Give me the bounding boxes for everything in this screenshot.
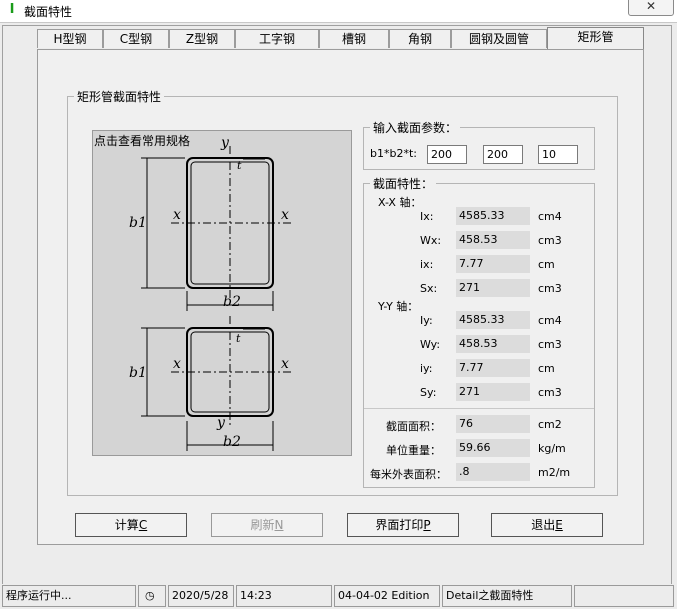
ix-unit: cm4 bbox=[538, 210, 562, 223]
ry-value: 7.77 bbox=[456, 359, 530, 377]
wy-label: Wy: bbox=[420, 338, 441, 351]
title-bar: I 截面特性 ✕ bbox=[0, 0, 677, 22]
wx-unit: cm3 bbox=[538, 234, 562, 247]
surface-value: .8 bbox=[456, 463, 530, 481]
tab-channel[interactable]: 槽钢 bbox=[319, 29, 389, 48]
status-extra bbox=[574, 585, 674, 607]
section-drawing: y t x x b1 b2 t x x b1 y b2 bbox=[129, 135, 291, 451]
fig-bottom-t-label: t bbox=[236, 332, 241, 345]
b1-input[interactable]: 200 bbox=[427, 145, 467, 164]
exit-button[interactable]: 退出E bbox=[491, 513, 603, 537]
fig-top-t-label: t bbox=[237, 159, 242, 172]
fig-bottom-b2-label: b2 bbox=[223, 434, 241, 450]
xx-axis-label: X-X 轴： bbox=[378, 196, 422, 209]
params-group-label: 输入截面参数： bbox=[370, 119, 461, 136]
print-button[interactable]: 界面打印P bbox=[347, 513, 459, 537]
calc-button-label: 计算 bbox=[114, 518, 139, 532]
wx-value: 458.53 bbox=[456, 231, 530, 249]
fig-bottom-b1-label: b1 bbox=[129, 365, 147, 381]
area-value: 76 bbox=[456, 415, 530, 433]
params-field-label: b1*b2*t: bbox=[370, 147, 417, 160]
fig-bottom-x-left: x bbox=[173, 356, 181, 372]
fig-top-y-label: y bbox=[220, 135, 230, 151]
wx-label: Wx: bbox=[420, 234, 442, 247]
calc-button[interactable]: 计算C bbox=[75, 513, 187, 537]
print-button-key: P bbox=[423, 518, 431, 532]
yy-axis-label: Y-Y 轴： bbox=[378, 300, 419, 313]
sx-value: 271 bbox=[456, 279, 530, 297]
status-edition: 04-04-02 Edition bbox=[334, 585, 440, 607]
sy-label: Sy: bbox=[420, 386, 437, 399]
ry-unit: cm bbox=[538, 362, 555, 375]
iy-label: Iy: bbox=[420, 314, 433, 327]
sx-unit: cm3 bbox=[538, 282, 562, 295]
surface-label: 每米外表面积： bbox=[370, 468, 447, 481]
props-group-label: 截面特性： bbox=[370, 175, 437, 192]
fig-bottom-y-label: y bbox=[216, 415, 226, 431]
sx-label: Sx: bbox=[420, 282, 438, 295]
rx-value: 7.77 bbox=[456, 255, 530, 273]
fig-top-b2-label: b2 bbox=[223, 294, 241, 310]
weight-label: 单位重量： bbox=[386, 444, 441, 457]
wy-value: 458.53 bbox=[456, 335, 530, 353]
tab-c-steel[interactable]: C型钢 bbox=[103, 29, 169, 48]
fig-top-x-left: x bbox=[173, 207, 181, 223]
status-date: 2020/5/28 bbox=[168, 585, 234, 607]
tab-round[interactable]: 圆钢及圆管 bbox=[451, 29, 547, 48]
print-button-label: 界面打印 bbox=[375, 518, 424, 532]
refresh-button[interactable]: 刷新N bbox=[211, 513, 323, 537]
rx-unit: cm bbox=[538, 258, 555, 271]
tab-rect-tube[interactable]: 矩形管 bbox=[547, 27, 644, 49]
refresh-button-key: N bbox=[274, 518, 284, 532]
status-detail: Detail之截面特性 bbox=[442, 585, 572, 607]
section-group-label: 矩形管截面特性 bbox=[74, 88, 165, 105]
area-unit: cm2 bbox=[538, 418, 562, 431]
tab-i-beam[interactable]: 工字钢 bbox=[235, 29, 319, 48]
rx-label: ix: bbox=[420, 258, 434, 271]
surface-unit: m2/m bbox=[538, 466, 571, 479]
calc-button-key: C bbox=[138, 518, 148, 532]
area-label: 截面面积： bbox=[386, 420, 441, 433]
t-input[interactable]: 10 bbox=[538, 145, 578, 164]
close-button[interactable]: ✕ bbox=[628, 0, 674, 16]
app-icon: I bbox=[9, 2, 15, 17]
status-bar: 程序运行中... ◷ 2020/5/28 14:23 04-04-02 Edit… bbox=[0, 584, 677, 609]
fig-bottom-x-right: x bbox=[281, 356, 289, 372]
status-state: 程序运行中... bbox=[2, 585, 136, 607]
fig-top-b1-label: b1 bbox=[129, 215, 147, 231]
ix-label: Ix: bbox=[420, 210, 434, 223]
wy-unit: cm3 bbox=[538, 338, 562, 351]
clock-icon: ◷ bbox=[138, 585, 166, 607]
ry-label: iy: bbox=[420, 362, 433, 375]
status-time: 14:23 bbox=[236, 585, 332, 607]
exit-button-key: E bbox=[555, 518, 563, 532]
tab-h-steel[interactable]: H型钢 bbox=[37, 29, 103, 48]
props-separator bbox=[364, 408, 594, 409]
b2-input[interactable]: 200 bbox=[483, 145, 523, 164]
refresh-button-label: 刷新 bbox=[250, 518, 275, 532]
sy-unit: cm3 bbox=[538, 386, 562, 399]
weight-unit: kg/m bbox=[538, 442, 566, 455]
iy-value: 4585.33 bbox=[456, 311, 530, 329]
tab-z-steel[interactable]: Z型钢 bbox=[169, 29, 235, 48]
ix-value: 4585.33 bbox=[456, 207, 530, 225]
tab-angle[interactable]: 角钢 bbox=[389, 29, 451, 48]
weight-value: 59.66 bbox=[456, 439, 530, 457]
window-title: 截面特性 bbox=[24, 5, 73, 19]
section-figure[interactable]: 点击查看常用规格 y t x x b1 b2 t x x b1 y b2 bbox=[92, 130, 352, 456]
sy-value: 271 bbox=[456, 383, 530, 401]
iy-unit: cm4 bbox=[538, 314, 562, 327]
fig-top-x-right: x bbox=[281, 207, 289, 223]
exit-button-label: 退出 bbox=[531, 518, 556, 532]
